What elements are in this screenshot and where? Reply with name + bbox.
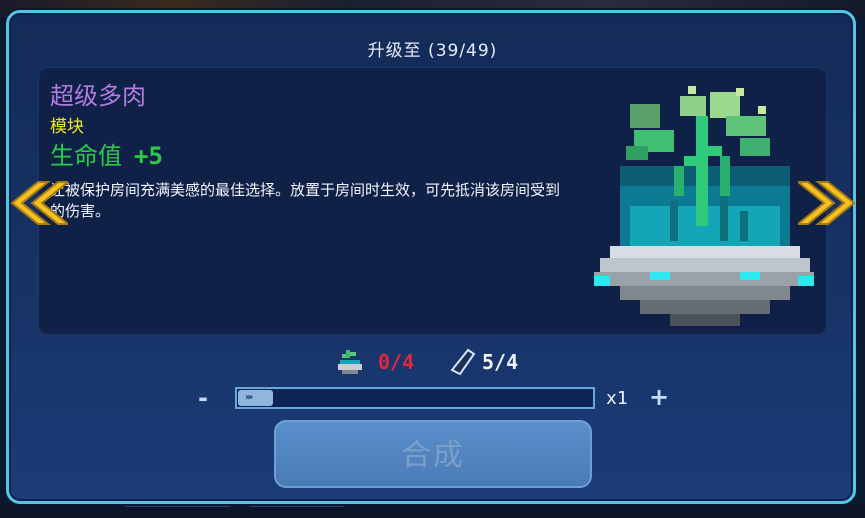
crystal-cost: 5/4 bbox=[482, 350, 519, 374]
quantity-value: x1 bbox=[606, 388, 628, 409]
crystal-icon bbox=[450, 348, 476, 376]
craft-button[interactable]: 合成 bbox=[274, 420, 592, 488]
slider-grip-icon: ››› bbox=[245, 392, 254, 403]
decrease-quantity-button[interactable]: - bbox=[198, 384, 208, 412]
module-cost: 0/4 bbox=[378, 350, 415, 374]
chevron-left-icon[interactable] bbox=[8, 180, 68, 226]
stat-label: 生命值 bbox=[50, 142, 122, 170]
item-stat: 生命值 +5 bbox=[50, 136, 163, 171]
item-name: 超级多肉 bbox=[50, 82, 146, 110]
succulent-sprite-icon bbox=[594, 86, 814, 326]
chevron-right-icon[interactable] bbox=[798, 180, 858, 226]
item-type: 模块 bbox=[50, 117, 84, 137]
item-description: 让被保护房间充满美感的最佳选择。放置于房间时生效，可先抵消该房间受到的伤害。 bbox=[50, 181, 561, 220]
quantity-slider[interactable]: ››› bbox=[235, 387, 595, 409]
increase-quantity-button[interactable]: + bbox=[649, 383, 669, 411]
dialog-title: 升级至 (39/49) bbox=[367, 41, 498, 61]
quantity-slider-fill bbox=[238, 390, 273, 406]
stat-value: +5 bbox=[134, 142, 163, 170]
module-icon bbox=[338, 350, 362, 374]
